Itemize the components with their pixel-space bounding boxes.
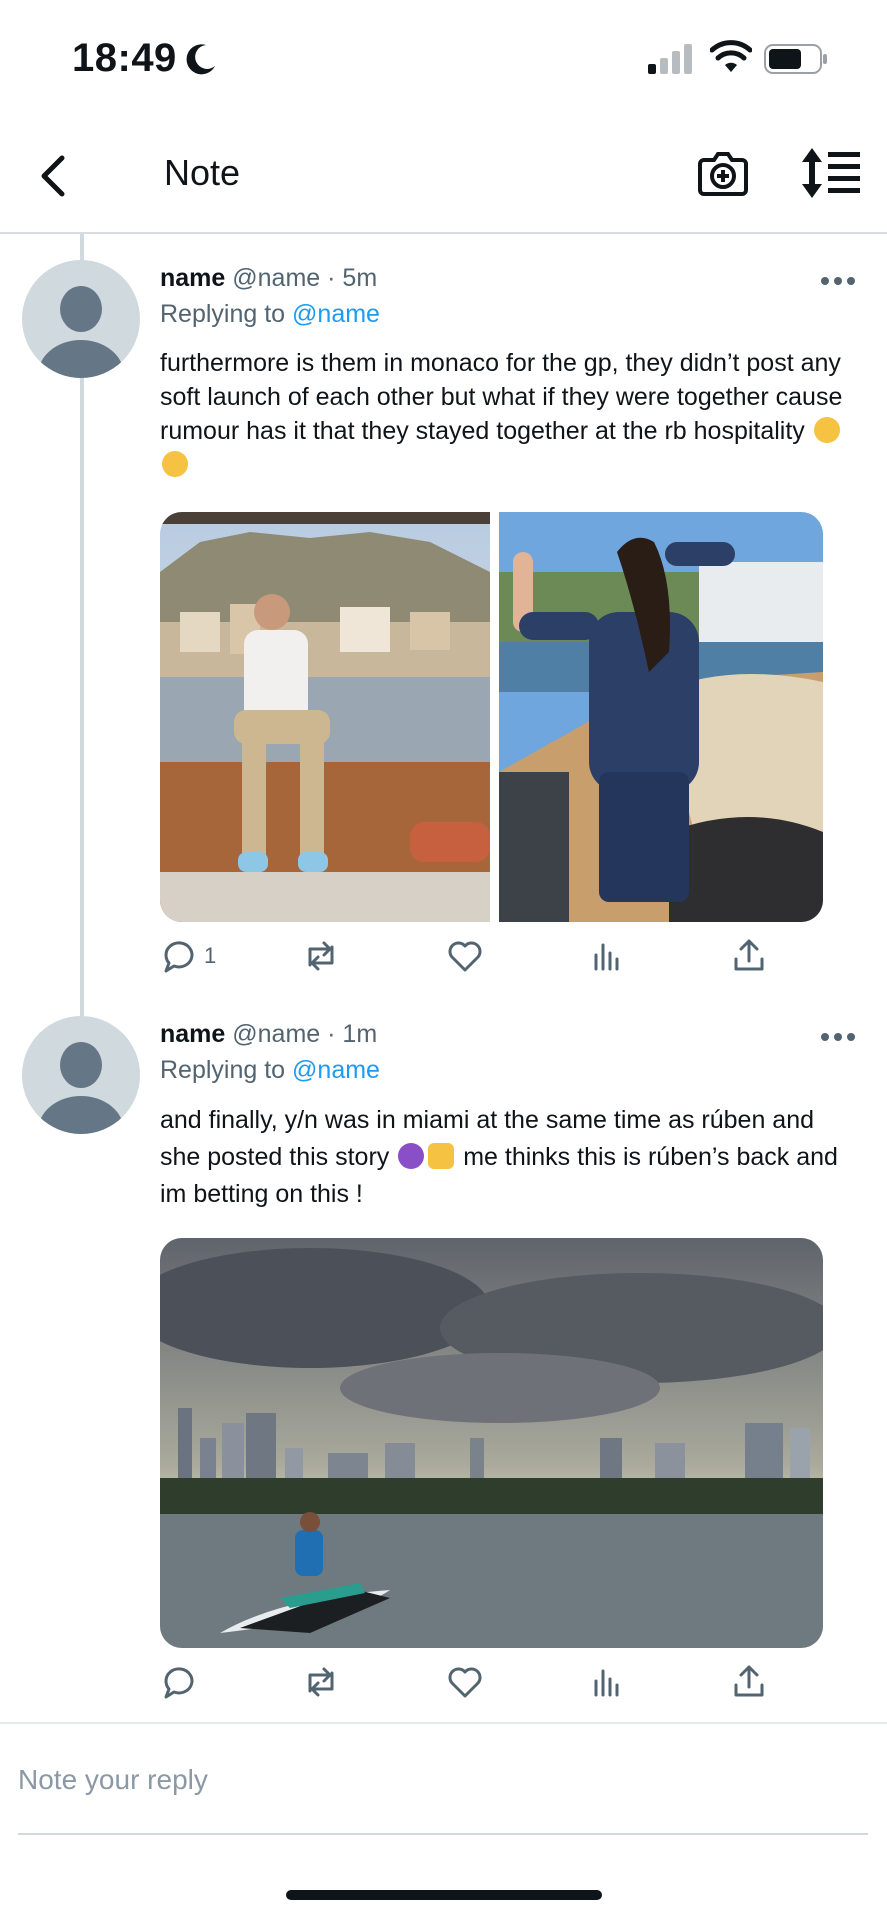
replying-to: Replying to @name — [160, 300, 380, 329]
tweet-actions: 1 — [160, 936, 800, 976]
author-name[interactable]: name — [160, 264, 225, 292]
status-time: 18:49 — [72, 36, 177, 80]
share-icon — [734, 1665, 764, 1697]
reply-button[interactable]: 1 — [160, 936, 216, 976]
replying-label: Replying to — [160, 300, 286, 328]
author-handle: @name — [232, 1020, 321, 1048]
tweet-media[interactable] — [160, 512, 823, 922]
like-button[interactable] — [446, 1662, 484, 1702]
nerd-face-emoji — [162, 451, 188, 477]
mention-link[interactable]: @name — [292, 1056, 380, 1084]
reply-input[interactable] — [18, 1758, 868, 1802]
like-button[interactable] — [446, 936, 484, 976]
tweet-time: · 5m — [327, 264, 378, 292]
tweet-header: name @name · 1m — [160, 1020, 377, 1049]
tweet-header: name @name · 5m — [160, 264, 377, 293]
cellular-signal-icon — [648, 44, 692, 74]
top-nav: Note — [0, 118, 887, 234]
wifi-icon — [710, 40, 752, 72]
replying-label: Replying to — [160, 1056, 286, 1084]
page-title: Note — [164, 152, 241, 193]
avatar[interactable] — [22, 1016, 140, 1134]
tweet-media[interactable] — [160, 1238, 823, 1648]
tweet-text: furthermore is them in monaco for the gp… — [160, 346, 860, 482]
retweet-button[interactable] — [302, 1662, 340, 1702]
analytics-icon — [594, 1669, 619, 1697]
avatar[interactable] — [22, 260, 140, 378]
tweet-body: furthermore is them in monaco for the gp… — [160, 349, 843, 445]
smiling-devil-emoji — [398, 1143, 425, 1169]
photo-man-monaco[interactable] — [160, 512, 490, 922]
share-button[interactable] — [730, 1662, 768, 1702]
author-name[interactable]: name — [160, 1020, 225, 1048]
author-handle: @name — [232, 264, 321, 292]
mention-link[interactable]: @name — [292, 300, 380, 328]
retweet-icon — [308, 941, 334, 971]
analytics-icon — [594, 943, 619, 971]
back-arrow-icon[interactable] — [30, 148, 74, 204]
share-icon — [734, 939, 764, 971]
heart-icon — [448, 1667, 482, 1698]
reply-underline — [18, 1833, 868, 1835]
share-button[interactable] — [730, 936, 768, 976]
retweet-button[interactable] — [302, 936, 340, 976]
battery-icon — [764, 44, 827, 74]
photo-woman-boat[interactable] — [499, 512, 823, 922]
views-button[interactable] — [588, 936, 626, 976]
reply-button[interactable] — [160, 1662, 198, 1702]
tweet-text: and finally, y/n was in miami at the sam… — [160, 1102, 860, 1213]
reply-composer — [0, 1722, 887, 1832]
camera-plus-icon[interactable] — [696, 146, 750, 200]
nerd-face-emoji — [813, 417, 840, 443]
tweet-time: · 1m — [327, 1020, 378, 1048]
status-bar: 18:49 — [0, 0, 887, 118]
reply-icon — [164, 941, 194, 973]
sort-icon[interactable] — [800, 146, 862, 200]
reply-count: 1 — [204, 943, 217, 968]
reply-icon — [164, 1667, 194, 1699]
heart-icon — [448, 941, 482, 972]
views-button[interactable] — [588, 1662, 626, 1702]
more-options-icon[interactable] — [820, 274, 856, 288]
retweet-icon — [308, 1667, 334, 1697]
photo-jetski-miami[interactable] — [160, 1238, 823, 1648]
folded-hands-emoji — [428, 1143, 455, 1169]
home-indicator[interactable] — [286, 1890, 602, 1900]
tweet-actions — [160, 1662, 800, 1702]
moon-icon — [186, 44, 215, 75]
replying-to: Replying to @name — [160, 1056, 380, 1085]
more-options-icon[interactable] — [820, 1030, 856, 1044]
